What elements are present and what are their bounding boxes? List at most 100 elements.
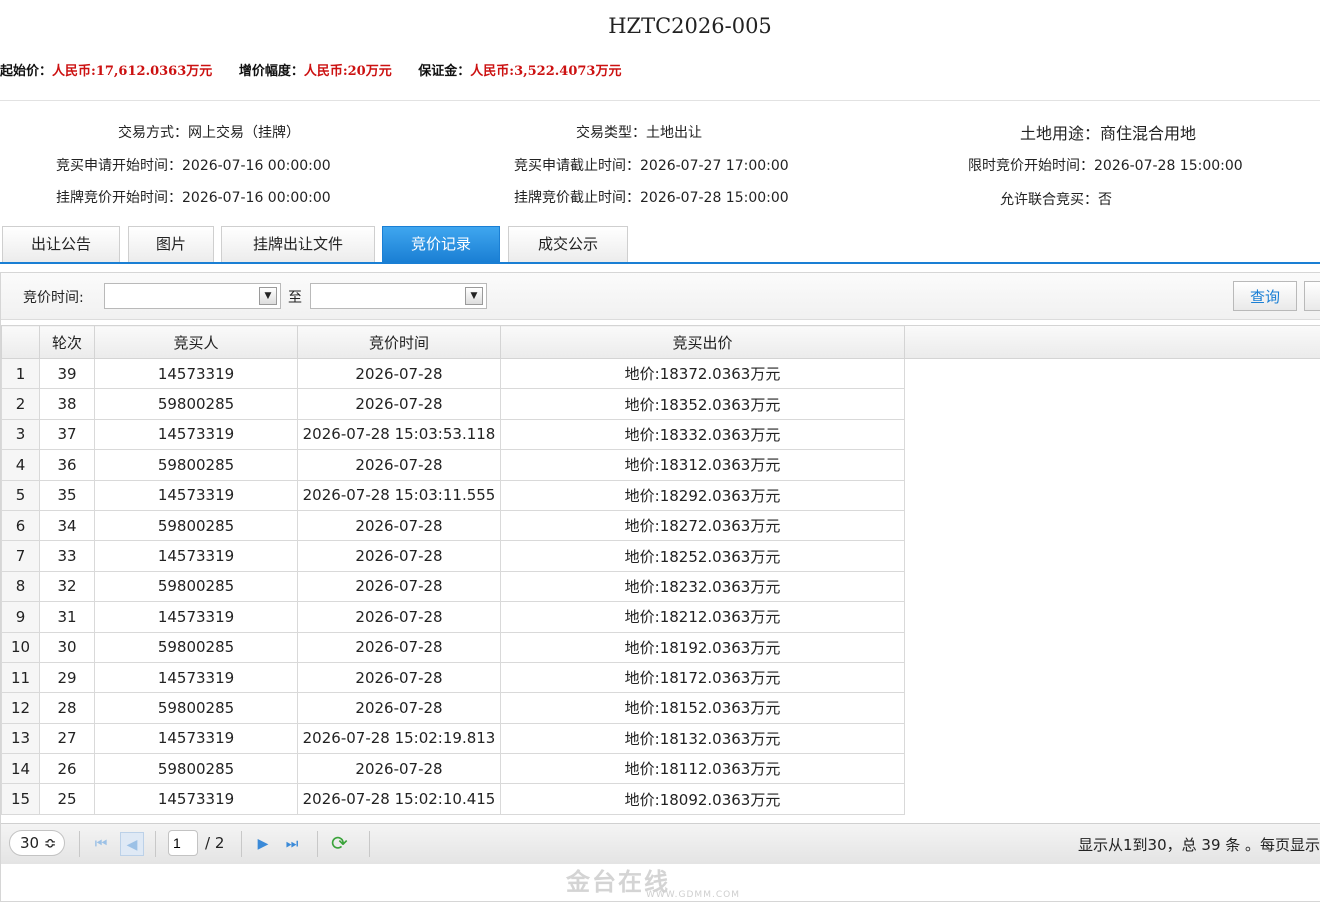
bid-time-to-input[interactable] bbox=[314, 285, 458, 309]
table-header-row: 轮次 竞买人 竞价时间 竞买出价 bbox=[1, 325, 905, 359]
deposit-value: 人民币:3,522.4073万元 bbox=[470, 64, 622, 79]
table-row[interactable]: 3 37 14573319 2026-07-28 15:03:53.118 地价:183… bbox=[1, 418, 905, 451]
pagination-info: 显示从1到30，总 39 条 。每页显示 bbox=[1078, 836, 1320, 854]
tab-images[interactable]: 图片 bbox=[128, 226, 214, 262]
bid-price-cell: 地价:18172.0363万元 bbox=[500, 661, 905, 694]
bidder-cell: 14573319 bbox=[94, 540, 298, 572]
page-number-input[interactable] bbox=[168, 830, 198, 856]
bidder-cell: 14573319 bbox=[94, 601, 298, 633]
bid-time-cell: 2026-07-28 bbox=[297, 570, 501, 603]
bid-time-cell: 2026-07-28 bbox=[297, 601, 501, 633]
bid-records-table: 轮次 竞买人 竞价时间 竞买出价 1 39 14573319 2026-07-28 地价… bbox=[1, 325, 905, 815]
bid-time-cell: 2026-07-28 15:03:53.118 bbox=[297, 418, 501, 451]
round-cell: 25 bbox=[39, 783, 95, 815]
round-cell: 29 bbox=[39, 661, 95, 694]
bid-price-cell: 地价:18272.0363万元 bbox=[500, 509, 905, 542]
pagination-bar: 30 ≎ ⏮ ◀ / 2 ▶ ⏭ ⟳ 显示从1到30，总 39 条 。每页显示 bbox=[1, 823, 1320, 864]
table-row[interactable]: 12 28 59800285 2026-07-28 地价:18152.0363万元 bbox=[1, 692, 905, 724]
pager-separator bbox=[369, 831, 370, 857]
tab-deal-announcement[interactable]: 成交公示 bbox=[508, 226, 628, 262]
table-row[interactable]: 9 31 14573319 2026-07-28 地价:18212.0363万元 bbox=[1, 601, 905, 633]
bid-price-cell: 地价:18352.0363万元 bbox=[500, 388, 905, 420]
prev-page-icon[interactable]: ◀ bbox=[120, 832, 144, 856]
tab-announcement[interactable]: 出让公告 bbox=[2, 226, 120, 262]
table-row[interactable]: 10 30 59800285 2026-07-28 地价:18192.0363万元 bbox=[1, 631, 905, 663]
row-number: 12 bbox=[1, 692, 40, 724]
bid-time-cell: 2026-07-28 15:02:19.813 bbox=[297, 722, 501, 755]
first-page-icon[interactable]: ⏮ bbox=[89, 832, 113, 856]
table-row[interactable]: 8 32 59800285 2026-07-28 地价:18232.0363万元 bbox=[1, 570, 905, 603]
row-number: 9 bbox=[1, 601, 40, 633]
row-number: 15 bbox=[1, 783, 40, 815]
query-button[interactable]: 查询 bbox=[1233, 281, 1297, 311]
row-number: 5 bbox=[1, 479, 40, 511]
start-price-label: 起始价： bbox=[0, 64, 53, 79]
column-header-bid-time[interactable]: 竞价时间 bbox=[297, 325, 501, 359]
column-header-round[interactable]: 轮次 bbox=[39, 325, 95, 359]
bidder-cell: 59800285 bbox=[94, 449, 298, 481]
round-cell: 30 bbox=[39, 631, 95, 663]
table-row[interactable]: 15 25 14573319 2026-07-28 15:02:10.415 地价:18… bbox=[1, 783, 905, 815]
tab-bid-records[interactable]: 竞价记录 bbox=[382, 226, 500, 262]
table-row[interactable]: 6 34 59800285 2026-07-28 地价:18272.0363万元 bbox=[1, 509, 905, 542]
refresh-icon[interactable]: ⟳ bbox=[331, 832, 348, 854]
tab-listing-documents[interactable]: 挂牌出让文件 bbox=[221, 226, 375, 262]
round-cell: 27 bbox=[39, 722, 95, 755]
tab-bar: 出让公告 图片 挂牌出让文件 竞价记录 成交公示 bbox=[0, 226, 1320, 264]
page-title: HZTC2026-005 bbox=[608, 14, 772, 38]
table-row[interactable]: 14 26 59800285 2026-07-28 地价:18112.0363万元 bbox=[1, 753, 905, 785]
table-body: 1 39 14573319 2026-07-28 地价:18372.0363万元 2 38 5… bbox=[1, 357, 905, 815]
bid-time-cell: 2026-07-28 bbox=[297, 388, 501, 420]
row-number: 11 bbox=[1, 661, 40, 694]
column-header-bidder[interactable]: 竞买人 bbox=[94, 325, 298, 359]
bid-time-cell: 2026-07-28 bbox=[297, 661, 501, 694]
divider bbox=[0, 100, 1320, 101]
bid-price-cell: 地价:18092.0363万元 bbox=[500, 783, 905, 815]
bid-time-cell: 2026-07-28 bbox=[297, 357, 501, 390]
row-number: 6 bbox=[1, 509, 40, 542]
bid-records-panel: 竞价时间: ▼ 至 ▼ 查询 轮次 竞买人 竞价时间 竞买出价 1 39 14573… bbox=[0, 272, 1320, 902]
next-page-icon[interactable]: ▶ bbox=[251, 832, 275, 856]
dropdown-arrow-icon[interactable]: ▼ bbox=[465, 287, 483, 305]
bid-price-cell: 地价:18192.0363万元 bbox=[500, 631, 905, 663]
round-cell: 28 bbox=[39, 692, 95, 724]
bid-price-cell: 地价:18112.0363万元 bbox=[500, 753, 905, 785]
bid-time-from-select[interactable]: ▼ bbox=[104, 283, 281, 309]
bidder-cell: 59800285 bbox=[94, 570, 298, 603]
row-number-header bbox=[1, 325, 40, 359]
row-number: 2 bbox=[1, 388, 40, 420]
bid-time-from-input[interactable] bbox=[108, 285, 252, 309]
table-row[interactable]: 1 39 14573319 2026-07-28 地价:18372.0363万元 bbox=[1, 357, 905, 390]
row-number: 7 bbox=[1, 540, 40, 572]
table-row[interactable]: 4 36 59800285 2026-07-28 地价:18312.0363万元 bbox=[1, 449, 905, 481]
info-joint-bid: 允许联合竞买：否 bbox=[1000, 192, 1112, 208]
bid-time-cell: 2026-07-28 15:03:11.555 bbox=[297, 479, 501, 511]
bid-price-cell: 地价:18332.0363万元 bbox=[500, 418, 905, 451]
pager-separator bbox=[155, 831, 156, 857]
total-pages: / 2 bbox=[205, 834, 225, 852]
column-header-bid-price[interactable]: 竞买出价 bbox=[500, 325, 905, 359]
bid-price-cell: 地价:18372.0363万元 bbox=[500, 357, 905, 390]
table-row[interactable]: 5 35 14573319 2026-07-28 15:03:11.555 地价:182… bbox=[1, 479, 905, 511]
bid-time-cell: 2026-07-28 bbox=[297, 753, 501, 785]
start-price-value: 人民币:17,612.0363万元 bbox=[52, 64, 213, 79]
page-size-select[interactable]: 30 ≎ bbox=[9, 830, 65, 856]
table-row[interactable]: 2 38 59800285 2026-07-28 地价:18352.0363万元 bbox=[1, 388, 905, 420]
table-row[interactable]: 7 33 14573319 2026-07-28 地价:18252.0363万元 bbox=[1, 540, 905, 572]
last-page-icon[interactable]: ⏭ bbox=[280, 832, 304, 856]
row-number: 3 bbox=[1, 418, 40, 451]
round-cell: 37 bbox=[39, 418, 95, 451]
row-number: 10 bbox=[1, 631, 40, 663]
dropdown-arrow-icon[interactable]: ▼ bbox=[259, 287, 277, 305]
table-row[interactable]: 11 29 14573319 2026-07-28 地价:18172.0363万元 bbox=[1, 661, 905, 694]
table-row[interactable]: 13 27 14573319 2026-07-28 15:02:19.813 地价:18… bbox=[1, 722, 905, 755]
round-cell: 39 bbox=[39, 357, 95, 390]
bid-time-to-select[interactable]: ▼ bbox=[310, 283, 487, 309]
round-cell: 33 bbox=[39, 540, 95, 572]
reset-button[interactable] bbox=[1304, 281, 1320, 311]
increment-value: 人民币:20万元 bbox=[303, 64, 392, 79]
bidder-cell: 14573319 bbox=[94, 479, 298, 511]
bid-time-cell: 2026-07-28 bbox=[297, 509, 501, 542]
bid-time-label: 竞价时间: bbox=[23, 290, 84, 306]
info-listing-end: 挂牌竞价截止时间：2026-07-28 15:00:00 bbox=[514, 190, 789, 206]
